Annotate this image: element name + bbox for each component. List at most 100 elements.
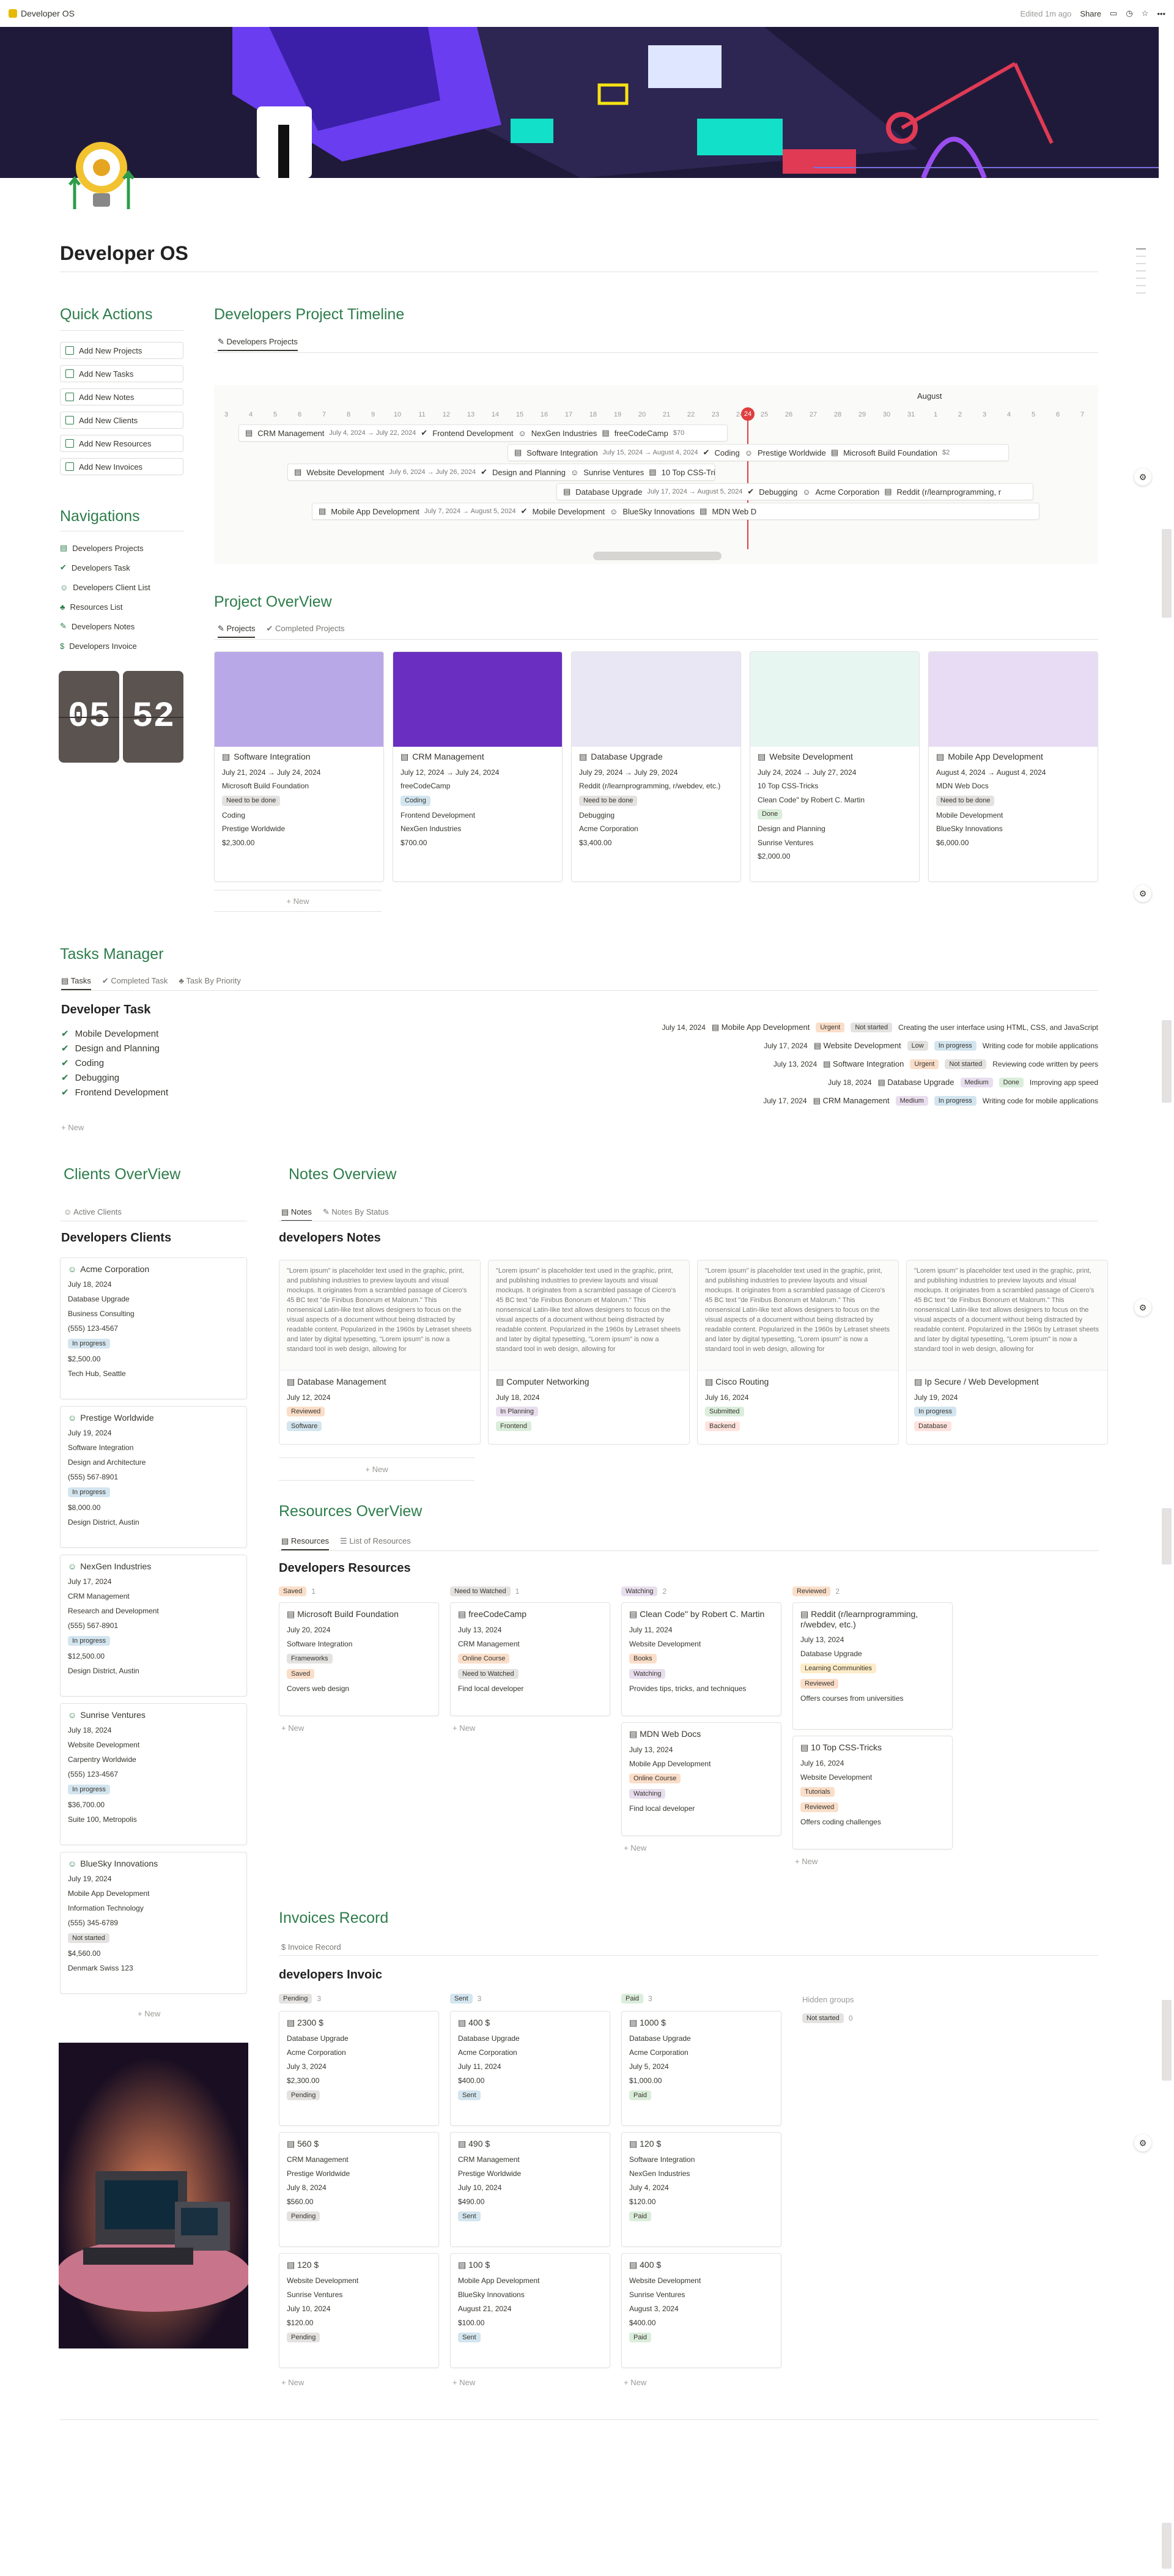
- task-row[interactable]: July 17, 2024 ▤ CRM Management Medium In pr…: [763, 1096, 1098, 1106]
- assistant-icon[interactable]: ⚙: [1134, 2134, 1151, 2152]
- project-card[interactable]: ▤ Mobile App Development August 4, 2024 → …: [928, 651, 1098, 882]
- hidden-group-not-started[interactable]: Not started 0: [802, 2013, 853, 2023]
- tab-notes-by-status[interactable]: ✎ Notes By Status: [323, 1207, 389, 1221]
- table-of-contents[interactable]: [1136, 248, 1146, 294]
- resource-card[interactable]: ▤ MDN Web Docs July 13, 2024 Mobile App De…: [621, 1722, 781, 1836]
- new-invoice-button[interactable]: + New: [624, 2378, 646, 2387]
- tab-list-of-resources[interactable]: ☰ List of Resources: [340, 1536, 411, 1550]
- nav-developers-task[interactable]: ✔ Developers Task: [60, 561, 130, 574]
- page-scrollbar[interactable]: [1162, 1508, 1172, 1564]
- client-card[interactable]: ☺ NexGen Industries July 17, 2024 CRM Manag…: [60, 1555, 247, 1697]
- add-new-projects-button[interactable]: Add New Projects: [60, 342, 183, 359]
- timeline-bar-mobile[interactable]: ▤ Mobile App Development July 7, 2024 → Au…: [312, 503, 1039, 520]
- invoice-card[interactable]: ▤ 120 $ Website Development Sunrise Ventur…: [279, 2253, 439, 2368]
- board-group-header[interactable]: Sent 3: [450, 1994, 481, 2004]
- tab-projects[interactable]: ✎ Projects: [218, 624, 256, 638]
- resource-card[interactable]: ▤ Clean Code" by Robert C. Martin July 11…: [621, 1602, 781, 1716]
- note-card[interactable]: "Lorem ipsum" is placeholder text used i…: [906, 1260, 1108, 1445]
- project-card[interactable]: ▤ Database Upgrade July 29, 2024 → July 29…: [571, 651, 741, 882]
- client-card[interactable]: ☺ Prestige Worldwide July 19, 2024 Software…: [60, 1406, 247, 1548]
- resource-card[interactable]: ▤ Reddit (r/learnprogramming, r/webdev, …: [792, 1602, 953, 1730]
- invoice-card[interactable]: ▤ 400 $ Website Development Sunrise Ventur…: [621, 2253, 781, 2368]
- timeline-view[interactable]: August 3 4 5 6 7 8 9 10 11 12 13 14 15 16 17 18 19 20 21 22…: [214, 385, 1098, 564]
- timeline-bar-database[interactable]: ▤ Database Upgrade July 17, 2024 → August …: [556, 483, 1033, 500]
- new-resource-button[interactable]: + New: [795, 1857, 818, 1866]
- timeline-bar-software[interactable]: ▤ Software Integration July 15, 2024 → Aug…: [508, 444, 1009, 461]
- assistant-icon[interactable]: ⚙: [1134, 468, 1151, 486]
- project-card[interactable]: ▤ Website Development July 24, 2024 → July…: [750, 651, 920, 882]
- task-row[interactable]: July 14, 2024 ▤ Mobile App Development Urg…: [662, 1023, 1098, 1032]
- add-new-tasks-button[interactable]: Add New Tasks: [60, 365, 183, 382]
- new-task-button[interactable]: + New: [61, 1123, 84, 1132]
- task-row[interactable]: July 17, 2024 ▤ Website Development Low In …: [764, 1041, 1098, 1051]
- task-item[interactable]: ✔ Mobile Development: [61, 1026, 168, 1041]
- tab-resources[interactable]: ▤ Resources: [281, 1536, 330, 1550]
- task-row[interactable]: July 18, 2024 ▤ Database Upgrade Medium Don…: [828, 1078, 1098, 1087]
- nav-resources-list[interactable]: ♣ Resources List: [60, 600, 123, 613]
- add-new-clients-button[interactable]: Add New Clients: [60, 412, 183, 429]
- tab-tasks[interactable]: ▤ Tasks: [61, 976, 91, 990]
- page-scrollbar[interactable]: [1162, 1020, 1172, 1103]
- page-title[interactable]: Developer OS: [60, 242, 188, 265]
- invoice-card[interactable]: ▤ 100 $ Mobile App Development BlueSky Inn…: [450, 2253, 610, 2368]
- task-item[interactable]: ✔ Frontend Development: [61, 1085, 168, 1100]
- board-group-header[interactable]: Paid 3: [621, 1994, 652, 2004]
- board-group-header[interactable]: Watching 2: [621, 1586, 666, 1596]
- resource-card[interactable]: ▤ freeCodeCamp July 13, 2024 CRM Managemen…: [450, 1602, 610, 1716]
- page-scrollbar[interactable]: [1162, 529, 1172, 618]
- task-row[interactable]: July 13, 2024 ▤ Software Integration Urgen…: [773, 1059, 1098, 1069]
- new-client-button[interactable]: + New: [138, 2009, 160, 2018]
- client-card[interactable]: ☺ Sunrise Ventures July 18, 2024 Website De…: [60, 1703, 247, 1845]
- add-new-invoices-button[interactable]: Add New Invoices: [60, 458, 183, 475]
- timeline-scrollbar[interactable]: [593, 552, 722, 560]
- new-note-button[interactable]: + New: [365, 1465, 388, 1474]
- resource-card[interactable]: ▤ Microsoft Build Foundation July 20, 202…: [279, 1602, 439, 1716]
- resource-card[interactable]: ▤ 10 Top CSS-Tricks July 16, 2024 Website …: [792, 1736, 953, 1849]
- star-icon[interactable]: ☆: [1142, 9, 1149, 18]
- note-card[interactable]: "Lorem ipsum" is placeholder text used i…: [279, 1260, 481, 1445]
- timeline-bar-website[interactable]: ▤ Website Development July 6, 2024 → July …: [287, 464, 715, 481]
- new-resource-button[interactable]: + New: [452, 1723, 475, 1733]
- page-scrollbar[interactable]: [1162, 2000, 1172, 2081]
- assistant-icon[interactable]: ⚙: [1134, 885, 1151, 902]
- more-icon[interactable]: •••: [1157, 9, 1165, 18]
- new-invoice-button[interactable]: + New: [452, 2378, 475, 2387]
- share-button[interactable]: Share: [1080, 9, 1101, 18]
- tab-active-clients[interactable]: ☺ Active Clients: [64, 1207, 122, 1216]
- client-card[interactable]: ☺ BlueSky Innovations July 19, 2024 Mobile …: [60, 1852, 247, 1994]
- tab-notes[interactable]: ▤ Notes: [281, 1207, 312, 1221]
- page-scrollbar[interactable]: [1162, 2523, 1172, 2569]
- project-card[interactable]: ▤ CRM Management July 12, 2024 → July 24, …: [393, 651, 563, 882]
- board-group-header[interactable]: Reviewed 2: [792, 1586, 840, 1596]
- client-card[interactable]: ☺ Acme Corporation July 18, 2024 Database U…: [60, 1257, 247, 1399]
- new-invoice-button[interactable]: + New: [281, 2378, 304, 2387]
- board-group-header[interactable]: Saved 1: [279, 1586, 316, 1596]
- board-group-header[interactable]: Need to Watched 1: [450, 1586, 519, 1596]
- task-item[interactable]: ✔ Coding: [61, 1056, 168, 1070]
- invoice-card[interactable]: ▤ 1000 $ Database Upgrade Acme Corporation…: [621, 2011, 781, 2126]
- board-group-header[interactable]: Pending 3: [279, 1994, 321, 2004]
- tab-completed-task[interactable]: ✔ Completed Task: [102, 976, 168, 990]
- page-icon[interactable]: [64, 136, 139, 212]
- tab-invoice-record[interactable]: $ Invoice Record: [281, 1942, 341, 1952]
- invoice-card[interactable]: ▤ 400 $ Database Upgrade Acme Corporation J…: [450, 2011, 610, 2126]
- new-resource-button[interactable]: + New: [281, 1723, 304, 1733]
- assistant-icon[interactable]: ⚙: [1134, 1299, 1151, 1316]
- nav-developers-projects[interactable]: ▤ Developers Projects: [60, 541, 144, 555]
- breadcrumb[interactable]: Developer OS: [9, 9, 75, 18]
- invoice-card[interactable]: ▤ 120 $ Software Integration NexGen Indust…: [621, 2132, 781, 2247]
- tab-developers-projects[interactable]: ✎ Developers Projects: [218, 337, 298, 351]
- nav-developers-notes[interactable]: ✎ Developers Notes: [60, 620, 135, 633]
- new-resource-button[interactable]: + New: [624, 1843, 646, 1852]
- add-new-notes-button[interactable]: Add New Notes: [60, 388, 183, 405]
- note-card[interactable]: "Lorem ipsum" is placeholder text used i…: [697, 1260, 899, 1445]
- task-item[interactable]: ✔ Design and Planning: [61, 1041, 168, 1056]
- invoice-card[interactable]: ▤ 560 $ CRM Management Prestige Worldwide J…: [279, 2132, 439, 2247]
- tab-task-by-priority[interactable]: ♣ Task By Priority: [179, 976, 241, 990]
- note-card[interactable]: "Lorem ipsum" is placeholder text used i…: [488, 1260, 690, 1445]
- tab-completed-projects[interactable]: ✔ Completed Projects: [266, 624, 344, 638]
- nav-developers-invoice[interactable]: $ Developers Invoice: [60, 639, 137, 653]
- invoice-card[interactable]: ▤ 2300 $ Database Upgrade Acme Corporation…: [279, 2011, 439, 2126]
- project-card[interactable]: ▤ Software Integration July 21, 2024 → Jul…: [214, 651, 384, 882]
- task-item[interactable]: ✔ Debugging: [61, 1070, 168, 1085]
